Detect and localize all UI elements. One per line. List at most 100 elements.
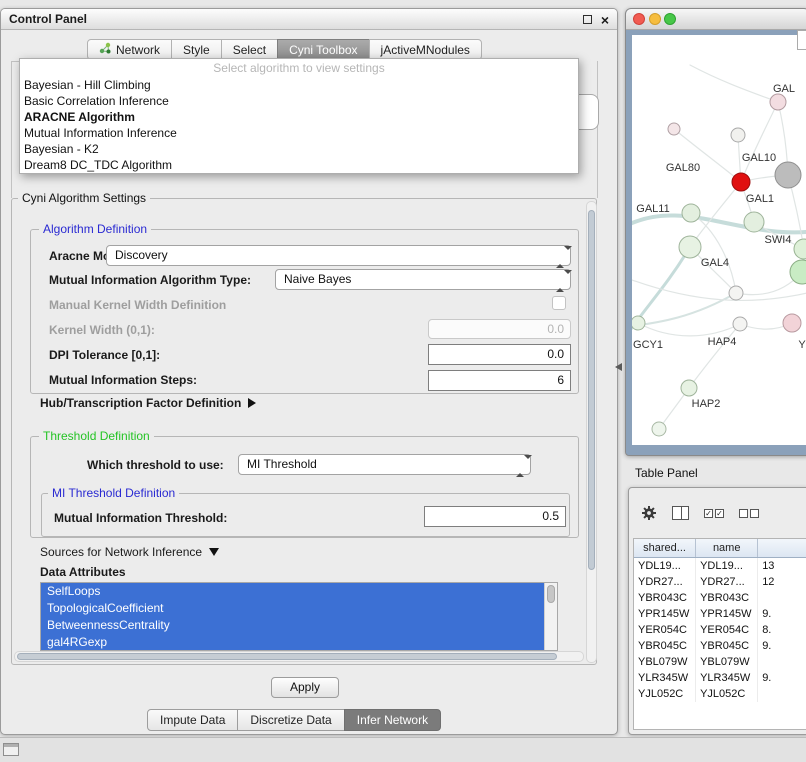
network-node[interactable]: [732, 173, 750, 191]
network-canvas[interactable]: GALGAL80GAL10GAL11GAL1SWI4GAL4GCY1HAP4YH…: [632, 35, 806, 445]
tab-select[interactable]: Select: [221, 39, 278, 60]
algorithm-option-basic-correlation-inference[interactable]: Basic Correlation Inference: [20, 93, 578, 109]
algorithm-dropdown-popup: Select algorithm to view settings Bayesi…: [19, 58, 579, 174]
table-cell: [758, 590, 806, 606]
network-node[interactable]: [652, 422, 666, 436]
table-row[interactable]: YPR145WYPR145W9.: [634, 606, 806, 622]
algorithm-option-bayesian-k2[interactable]: Bayesian - K2: [20, 141, 578, 157]
column-header-shared-[interactable]: shared...: [634, 539, 696, 557]
network-node[interactable]: [668, 123, 680, 135]
network-node[interactable]: [731, 128, 745, 142]
which-threshold-value: MI Threshold: [247, 455, 317, 474]
network-node[interactable]: [729, 286, 743, 300]
attribute-item-selfloops[interactable]: SelfLoops: [41, 583, 546, 600]
network-window-titlebar: [626, 9, 806, 30]
network-node-label: SWI4: [765, 234, 792, 246]
table-cell: 9.: [758, 670, 806, 686]
table-cell: YBR045C: [634, 638, 696, 654]
bottom-tab-discretize-data[interactable]: Discretize Data: [237, 709, 344, 731]
hub-definition-label: Hub/Transcription Factor Definition: [40, 396, 241, 410]
table-row[interactable]: YBR043CYBR043C: [634, 590, 806, 606]
column-header-2[interactable]: [758, 539, 806, 557]
dpi-tolerance-field[interactable]: 0.0: [428, 344, 571, 365]
select-all-checks-icon[interactable]: ✓✓: [704, 509, 724, 518]
network-node[interactable]: [783, 314, 801, 332]
network-icon: [99, 42, 111, 57]
network-node[interactable]: [679, 236, 701, 258]
combo-stepper-icon: [556, 250, 564, 264]
gear-icon[interactable]: [641, 505, 657, 521]
tab-network[interactable]: Network: [87, 39, 172, 60]
tab-cyni-toolbox[interactable]: Cyni Toolbox: [277, 39, 369, 60]
tab-style[interactable]: Style: [171, 39, 222, 60]
table-row[interactable]: YJL052CYJL052C: [634, 686, 806, 702]
table-cell: YPR145W: [696, 606, 758, 622]
network-node[interactable]: [770, 94, 786, 110]
hub-definition-toggle[interactable]: Hub/Transcription Factor Definition: [40, 396, 256, 410]
minimize-traffic-light[interactable]: [649, 13, 661, 25]
network-node[interactable]: [632, 316, 645, 330]
kernel-width-field[interactable]: 0.0: [428, 319, 571, 339]
table-cell: YLR345W: [696, 670, 758, 686]
algorithm-option-bayesian-hill-climbing[interactable]: Bayesian - Hill Climbing: [20, 77, 578, 93]
splitter-collapse-arrow[interactable]: [615, 363, 622, 371]
network-node[interactable]: [681, 380, 697, 396]
algorithm-definition-group: Algorithm Definition Aracne Mode: Discov…: [30, 229, 579, 394]
tab-label: jActiveMNodules: [381, 43, 470, 57]
combo-stepper-icon: [556, 274, 564, 288]
network-node-label: Y: [798, 339, 806, 351]
clear-all-checks-icon[interactable]: [739, 509, 759, 518]
attribute-item-betweennesscentrality[interactable]: BetweennessCentrality: [41, 617, 546, 634]
table-row[interactable]: YDR27...YDR27...12: [634, 574, 806, 590]
table-row[interactable]: YBR045CYBR045C9.: [634, 638, 806, 654]
table-row[interactable]: YDL19...YDL19...13: [634, 558, 806, 574]
which-threshold-select[interactable]: MI Threshold: [238, 454, 531, 475]
zoom-traffic-light[interactable]: [664, 13, 676, 25]
minimized-panel-icon[interactable]: [3, 743, 19, 756]
mi-algorithm-type-value: Naive Bayes: [284, 270, 351, 289]
table-row[interactable]: YLR345WYLR345W9.: [634, 670, 806, 686]
sources-label: Sources for Network Inference: [40, 545, 202, 559]
float-window-icon[interactable]: [583, 15, 592, 24]
attribute-item-topologicalcoefficient[interactable]: TopologicalCoefficient: [41, 600, 546, 617]
network-node[interactable]: [682, 204, 700, 222]
column-header-name[interactable]: name: [696, 539, 758, 557]
algorithm-option-aracne-algorithm[interactable]: ARACNE Algorithm: [20, 109, 578, 125]
close-icon[interactable]: ×: [601, 13, 609, 27]
attribute-item-gal4rgexp[interactable]: gal4RGexp: [41, 634, 546, 651]
kernel-width-label: Kernel Width (0,1):: [49, 323, 155, 337]
manual-kernel-width-checkbox[interactable]: [552, 296, 566, 310]
bottom-tab-impute-data[interactable]: Impute Data: [147, 709, 238, 731]
sources-toggle[interactable]: Sources for Network Inference: [40, 545, 219, 559]
close-traffic-light[interactable]: [633, 13, 645, 25]
table-row[interactable]: YBL079WYBL079W: [634, 654, 806, 670]
network-node[interactable]: [794, 239, 806, 259]
mi-algorithm-type-select[interactable]: Naive Bayes: [275, 269, 571, 290]
apply-button[interactable]: Apply: [271, 677, 339, 698]
aracne-mode-select[interactable]: Discovery: [106, 245, 571, 266]
algorithm-option-dream8-dc-tdc-algorithm[interactable]: Dream8 DC_TDC Algorithm: [20, 157, 578, 173]
network-node-label: GAL4: [701, 257, 729, 269]
mi-steps-field[interactable]: 6: [428, 370, 571, 391]
table-row[interactable]: YER054CYER054C8.: [634, 622, 806, 638]
mi-algorithm-type-label: Mutual Information Algorithm Type:: [49, 273, 251, 287]
network-node[interactable]: [790, 260, 806, 284]
table-cell: [758, 654, 806, 670]
settings-vertical-scrollbar[interactable]: [586, 201, 597, 663]
network-node[interactable]: [744, 212, 764, 232]
tab-jactivemnodules[interactable]: jActiveMNodules: [369, 39, 482, 60]
data-attributes-list[interactable]: SelfLoopsTopologicalCoefficientBetweenne…: [40, 582, 558, 651]
mi-threshold-field[interactable]: 0.5: [424, 506, 566, 527]
table-cell: YDL19...: [696, 558, 758, 574]
network-node[interactable]: [733, 317, 747, 331]
algorithm-option-mutual-information-inference[interactable]: Mutual Information Inference: [20, 125, 578, 141]
table-cell: YJL052C: [634, 686, 696, 702]
network-scrollbar-fragment[interactable]: [797, 30, 806, 50]
settings-horizontal-scrollbar[interactable]: [14, 651, 584, 662]
bottom-tab-infer-network[interactable]: Infer Network: [344, 709, 441, 731]
table-cell: YER054C: [634, 622, 696, 638]
columns-icon[interactable]: [672, 506, 689, 520]
network-node[interactable]: [775, 162, 801, 188]
tab-label: Cyni Toolbox: [289, 43, 357, 57]
list-scrollbar[interactable]: [544, 583, 557, 650]
